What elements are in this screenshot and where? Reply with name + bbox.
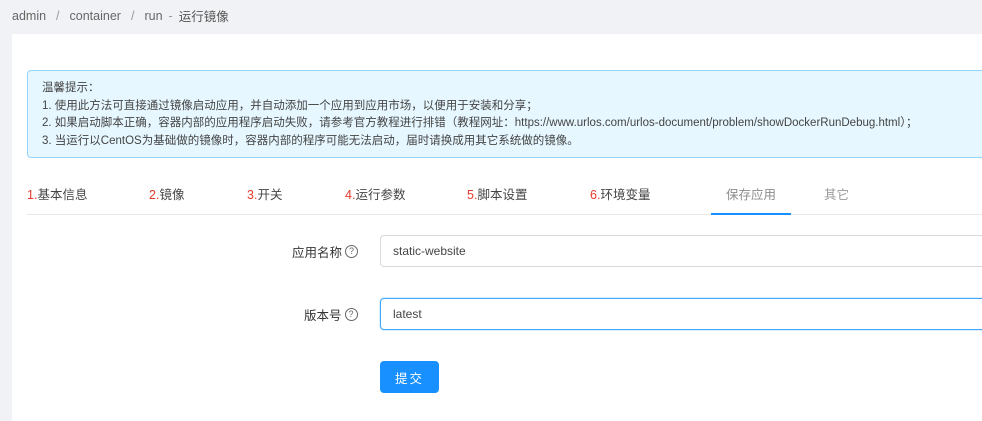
tab-number: 6. <box>590 188 601 202</box>
notice-line-2: 2. 如果启动脚本正确，容器内部的应用程序启动失败，请参考官方教程进行排错（教程… <box>42 117 918 129</box>
tab-number: 2. <box>149 188 160 202</box>
tab-number: 1. <box>27 188 38 202</box>
tab-label: 镜像 <box>159 188 185 202</box>
breadcrumb: admin / container / run - 运行镜像 <box>12 6 229 25</box>
breadcrumb-item-run[interactable]: run <box>144 9 162 23</box>
notice-line-3: 3. 当运行以CentOS为基础做的镜像时，容器内部的程序可能无法启动，届时请换… <box>42 134 579 147</box>
question-circle-icon[interactable]: ? <box>345 245 359 258</box>
tab-save-app[interactable]: 保存应用 <box>711 172 791 215</box>
notice-line-1: 1. 使用此方法可直接通过镜像启动应用，并自动添加一个应用到应用市场，以便用于安… <box>42 99 538 112</box>
step-tabs: 1.基本信息 2.镜像 3.开关 4.运行参数 5.脚本设置 6.环境变量 保存… <box>27 172 982 215</box>
breadcrumb-dash: - <box>168 8 173 23</box>
breadcrumb-separator: / <box>56 8 60 23</box>
breadcrumb-item-admin[interactable]: admin <box>12 9 46 23</box>
tip-notice: 温馨提示： 1. 使用此方法可直接通过镜像启动应用，并自动添加一个应用到应用市场… <box>27 70 982 158</box>
app-name-label-text: 应用名称 <box>292 246 343 260</box>
tab-run-params[interactable]: 4.运行参数 <box>345 172 405 214</box>
content-card: 温馨提示： 1. 使用此方法可直接通过镜像启动应用，并自动添加一个应用到应用市场… <box>12 34 982 421</box>
question-circle-icon[interactable]: ? <box>344 308 358 321</box>
tab-number: 5. <box>467 188 478 202</box>
tab-label: 基本信息 <box>37 188 88 202</box>
tab-label: 环境变量 <box>600 188 651 202</box>
tab-number: 4. <box>345 188 356 202</box>
tab-label: 脚本设置 <box>477 188 528 202</box>
tab-label: 保存应用 <box>725 188 776 202</box>
tab-number: 3. <box>247 188 258 202</box>
version-label: 版本号 ? <box>304 305 358 324</box>
notice-title: 温馨提示： <box>42 82 100 94</box>
tab-other[interactable]: 其它 <box>824 172 849 214</box>
tab-label: 其它 <box>824 188 850 202</box>
app-name-input[interactable] <box>380 235 982 267</box>
submit-button[interactable]: 提交 <box>380 361 439 393</box>
version-input[interactable] <box>380 298 982 330</box>
breadcrumb-separator: / <box>130 8 135 23</box>
breadcrumb-current: 运行镜像 <box>178 10 229 24</box>
tab-basic-info[interactable]: 1.基本信息 <box>27 172 87 214</box>
tab-env-vars[interactable]: 6.环境变量 <box>590 172 650 214</box>
version-label-text: 版本号 <box>304 309 342 323</box>
tab-image[interactable]: 2.镜像 <box>149 172 184 214</box>
app-name-label: 应用名称 ? <box>292 242 359 261</box>
tab-script-settings[interactable]: 5.脚本设置 <box>467 172 527 214</box>
tab-switch[interactable]: 3.开关 <box>247 172 282 214</box>
breadcrumb-item-container[interactable]: container <box>70 9 121 23</box>
tab-label: 运行参数 <box>355 188 406 202</box>
tab-label: 开关 <box>257 188 283 202</box>
